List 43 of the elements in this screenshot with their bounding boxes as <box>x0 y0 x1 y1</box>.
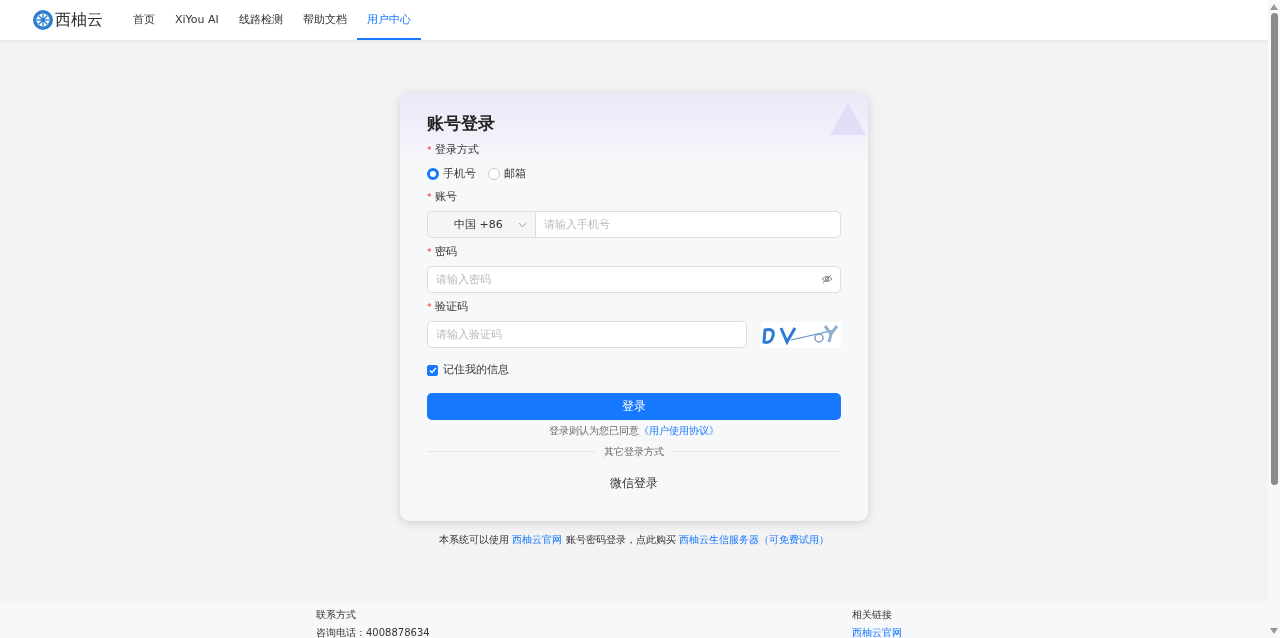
agreement-link[interactable]: 《用户使用协议》 <box>639 424 719 436</box>
required-marker: * <box>427 144 432 158</box>
checkbox-label: 记住我的信息 <box>443 362 509 379</box>
radio-button[interactable] <box>488 168 500 181</box>
field-label: 账号 <box>434 190 457 205</box>
eye-off-icon[interactable] <box>821 274 833 285</box>
field-label: 登录方式 <box>434 143 479 158</box>
required-marker: * <box>427 301 432 315</box>
radio-label: 手机号 <box>443 166 476 183</box>
chevron-down-icon <box>518 221 527 228</box>
form-title: 账号登录 <box>427 113 496 134</box>
wechat-login-link[interactable]: 微信登录 <box>610 473 658 492</box>
field-label: 密码 <box>434 245 457 260</box>
radio-label: 邮箱 <box>504 166 526 183</box>
nav-link[interactable]: 线路检测 <box>228 2 293 40</box>
nav-link[interactable]: XiYou AI <box>165 2 229 40</box>
footer-text: 咨询电话：4008878634 <box>316 628 430 638</box>
divider-label: 其它登录方式 <box>604 445 664 458</box>
notice-text: 本系统可以使用 西柚云官网 账号密码登录，点此购买 西柚云生信服务器（可免费试用） <box>439 533 829 547</box>
scroll-up-icon[interactable] <box>1270 4 1278 10</box>
scroll-down-icon[interactable] <box>1270 628 1278 634</box>
login-button[interactable]: 登录 <box>427 392 841 420</box>
agreement-text: 登录则认为您已同意《用户使用协议》 <box>548 424 720 437</box>
required-marker: * <box>427 246 432 260</box>
notice-link[interactable]: 西柚云官网 <box>512 534 563 545</box>
nav-link[interactable]: 帮助文档 <box>292 2 357 40</box>
notice-link[interactable]: 西柚云生信服务器（可免费试用） <box>678 534 829 545</box>
field-label: 验证码 <box>434 300 468 315</box>
country-code-select[interactable]: 中国 +86 <box>427 211 535 239</box>
footer-link[interactable]: 西柚云官网 <box>852 628 902 638</box>
nav-link[interactable]: 用户中心 <box>356 2 421 40</box>
scrollbar[interactable] <box>1268 0 1280 638</box>
footer-heading: 相关链接 <box>852 608 893 622</box>
nav-link[interactable]: 首页 <box>123 2 165 40</box>
required-marker: * <box>427 191 432 205</box>
footer-heading: 联系方式 <box>316 608 357 622</box>
triangle-drawing <box>828 101 868 137</box>
logo-icon <box>33 10 53 30</box>
captcha-drawing[interactable] <box>761 321 841 348</box>
radio-button[interactable] <box>427 168 439 181</box>
password-input-field[interactable]: 请输入密码 <box>427 266 841 294</box>
checkbox[interactable] <box>427 365 438 377</box>
brand-name: 西柚云 <box>55 9 103 31</box>
